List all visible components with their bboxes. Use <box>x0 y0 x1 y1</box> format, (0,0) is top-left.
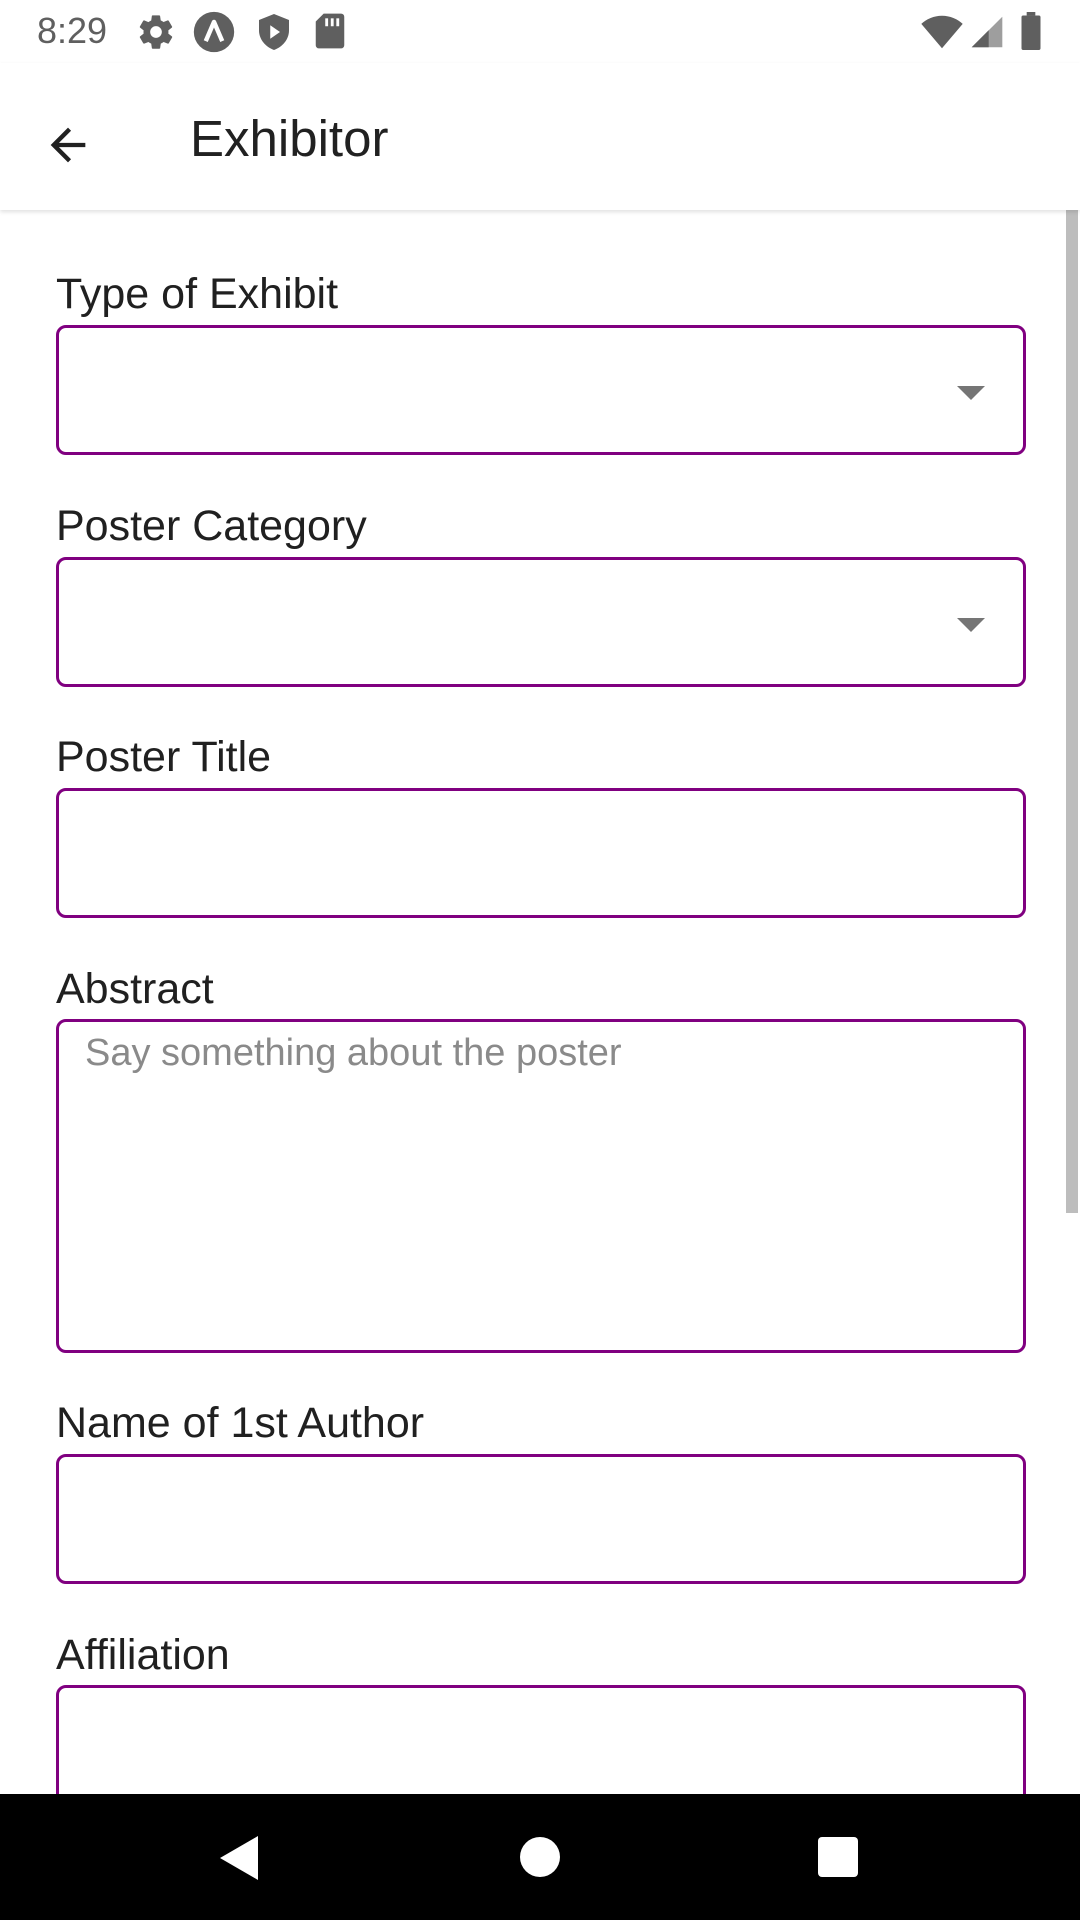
poster-category-label: Poster Category <box>56 502 367 550</box>
arrow-back-icon <box>42 119 94 176</box>
battery-icon <box>1020 12 1042 55</box>
autonomous-icon <box>192 10 236 59</box>
settings-icon <box>136 12 176 57</box>
first-author-input[interactable] <box>56 1454 1026 1584</box>
nav-back-icon <box>218 1834 262 1887</box>
page-title: Exhibitor <box>190 110 389 167</box>
nav-recents-icon <box>818 1837 858 1882</box>
abstract-label: Abstract <box>56 965 214 1013</box>
nav-home-icon <box>520 1837 560 1882</box>
first-author-label: Name of 1st Author <box>56 1399 425 1447</box>
poster-title-label: Poster Title <box>56 733 272 781</box>
nav-recents-button[interactable] <box>778 1794 898 1920</box>
dropdown-arrow-icon <box>957 618 985 632</box>
navigation-bar <box>0 1794 1080 1920</box>
sd-card-icon <box>314 12 346 55</box>
nav-home-button[interactable] <box>480 1794 600 1920</box>
dropdown-arrow-icon <box>957 386 985 400</box>
signal-icon <box>970 14 1004 55</box>
scrollbar[interactable] <box>1066 210 1078 1213</box>
affiliation-label: Affiliation <box>56 1631 230 1679</box>
status-time: 8:29 <box>37 10 108 51</box>
back-button[interactable] <box>26 103 110 187</box>
poster-title-input[interactable] <box>56 788 1026 918</box>
poster-category-dropdown[interactable] <box>56 557 1026 687</box>
exhibitor-form: Type of Exhibit Poster Category Poster T… <box>0 210 1080 1794</box>
nav-back-button[interactable] <box>180 1794 300 1920</box>
type-of-exhibit-label: Type of Exhibit <box>56 270 339 318</box>
app-bar: Exhibitor <box>0 63 1080 210</box>
status-bar: 8:29 <box>0 0 1080 63</box>
wifi-icon <box>920 14 964 55</box>
abstract-textarea[interactable]: Say something about the poster <box>56 1019 1026 1353</box>
type-of-exhibit-dropdown[interactable] <box>56 325 1026 455</box>
shield-play-icon <box>256 12 292 57</box>
affiliation-input[interactable] <box>56 1685 1026 1794</box>
abstract-placeholder: Say something about the poster <box>85 1032 622 1074</box>
